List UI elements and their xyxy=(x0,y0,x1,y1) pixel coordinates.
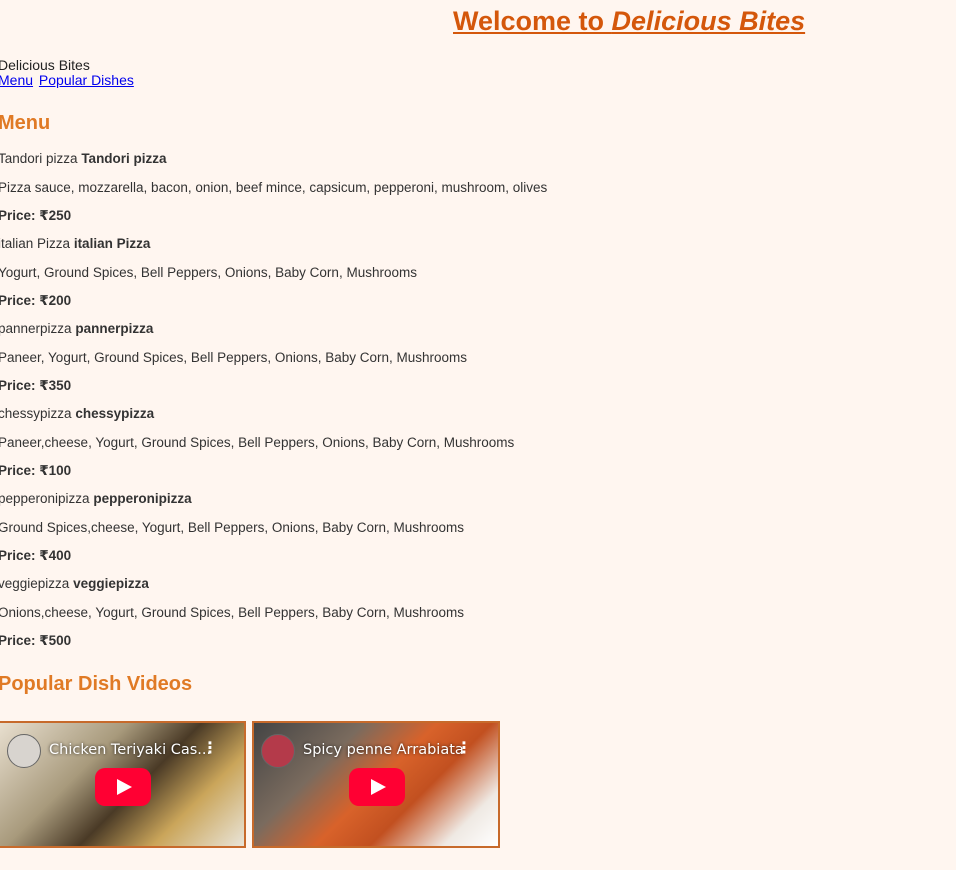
brand-text: Delicious Bites xyxy=(0,57,90,73)
dish-item: Tandori pizza Tandori pizza Pizza sauce,… xyxy=(0,151,547,223)
more-options-icon[interactable]: ⋮ xyxy=(202,741,218,757)
dish-image-alt: italian Pizza xyxy=(0,236,71,251)
dish-price: Price: ₹100 xyxy=(0,463,72,478)
dish-item: chessypizza chessypizza Paneer,cheese, Y… xyxy=(0,406,514,478)
dish-image-alt: pepperonipizza xyxy=(0,491,90,506)
video-title[interactable]: Chicken Teriyaki Cas... xyxy=(49,742,211,758)
more-options-icon[interactable]: ⋮ xyxy=(456,741,472,757)
title-prefix: Welcome to xyxy=(453,6,612,36)
title-brand: Delicious Bites xyxy=(611,6,806,36)
dish-image-alt: chessypizza xyxy=(0,406,72,421)
dish-name: chessypizza xyxy=(75,406,155,421)
dish-price: Price: ₹400 xyxy=(0,548,72,563)
dish-image-alt: veggiepizza xyxy=(0,576,70,591)
nav-link-popular-dishes[interactable]: Popular Dishes xyxy=(39,72,134,88)
dish-price: Price: ₹350 xyxy=(0,378,72,393)
dish-image-alt: pannerpizza xyxy=(0,321,72,336)
page-title: Welcome to Delicious Bites xyxy=(453,6,805,37)
videos-heading: Popular Dish Videos xyxy=(0,673,193,695)
dish-item: pannerpizza pannerpizza Paneer, Yogurt, … xyxy=(0,321,467,393)
dish-description: Pizza sauce, mozzarella, bacon, onion, b… xyxy=(0,180,548,195)
dish-item: veggiepizza veggiepizza Onions,cheese, Y… xyxy=(0,576,464,648)
video-embed[interactable]: Spicy penne Arrabiata ⋮ xyxy=(252,721,500,848)
dish-price: Price: ₹200 xyxy=(0,293,72,308)
dish-description: Onions,cheese, Yogurt, Ground Spices, Be… xyxy=(0,605,465,620)
dish-item: pepperonipizza pepperonipizza Ground Spi… xyxy=(0,491,464,563)
channel-avatar[interactable] xyxy=(261,734,295,768)
dish-description: Paneer,cheese, Yogurt, Ground Spices, Be… xyxy=(0,435,515,450)
main-nav: Menu Popular Dishes xyxy=(0,72,136,88)
dish-description: Yogurt, Ground Spices, Bell Peppers, Oni… xyxy=(0,265,417,280)
dish-name: pepperonipizza xyxy=(93,491,192,506)
dish-name: Tandori pizza xyxy=(81,151,167,166)
play-icon[interactable] xyxy=(95,768,151,806)
dish-description: Paneer, Yogurt, Ground Spices, Bell Pepp… xyxy=(0,350,468,365)
dish-name: veggiepizza xyxy=(73,576,149,591)
dish-description: Ground Spices,cheese, Yogurt, Bell Peppe… xyxy=(0,520,465,535)
dish-price: Price: ₹500 xyxy=(0,633,72,648)
channel-avatar[interactable] xyxy=(7,734,41,768)
nav-link-menu[interactable]: Menu xyxy=(0,72,33,88)
video-title[interactable]: Spicy penne Arrabiata xyxy=(303,742,464,758)
dish-item: italian Pizza italian Pizza Yogurt, Grou… xyxy=(0,236,417,308)
dish-name: pannerpizza xyxy=(75,321,154,336)
play-icon[interactable] xyxy=(349,768,405,806)
video-embed[interactable]: Chicken Teriyaki Cas... ⋮ xyxy=(0,721,246,848)
dish-name: italian Pizza xyxy=(73,236,151,251)
dish-image-alt: Tandori pizza xyxy=(0,151,78,166)
dish-price: Price: ₹250 xyxy=(0,208,72,223)
menu-heading: Menu xyxy=(0,112,51,134)
